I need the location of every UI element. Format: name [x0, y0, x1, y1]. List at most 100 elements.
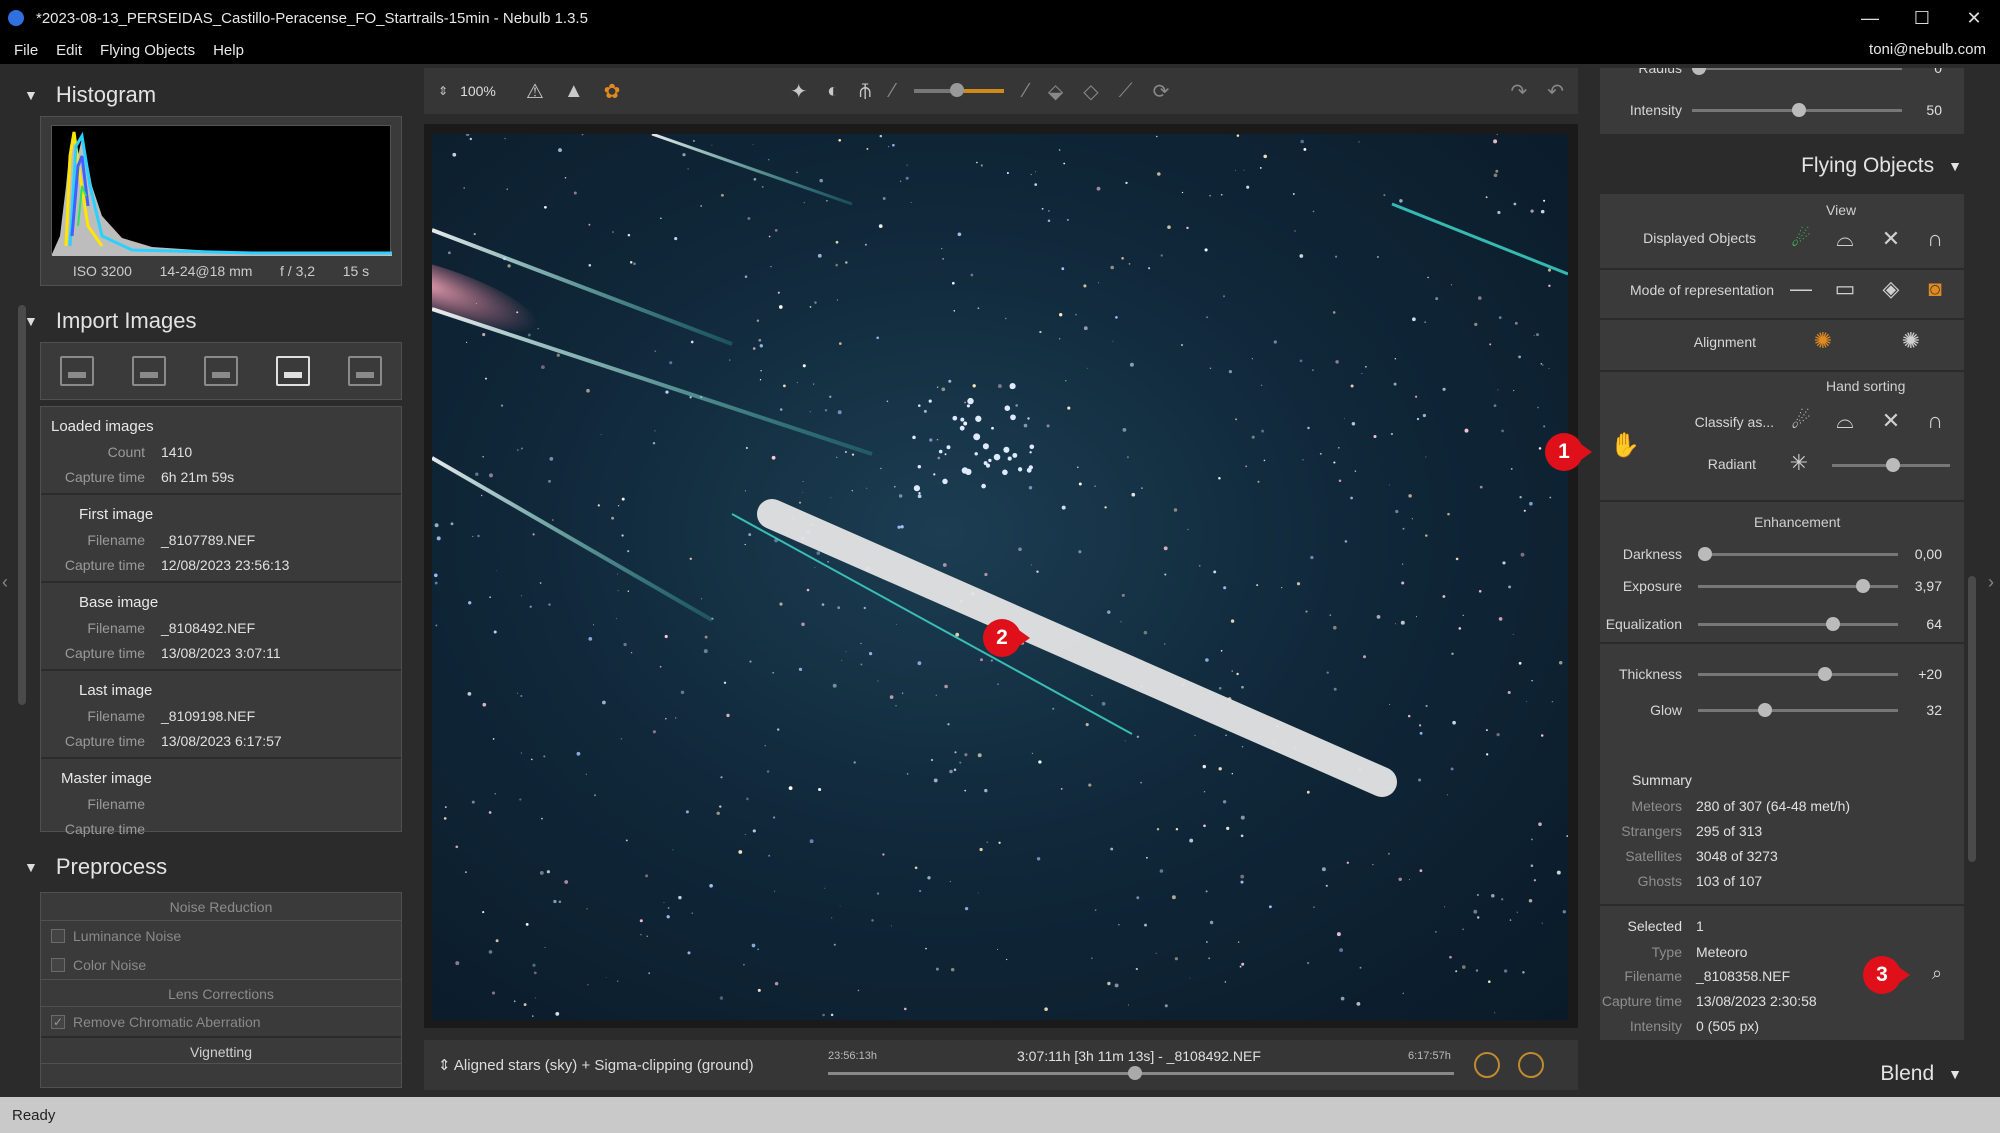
zoom-to-selection-icon[interactable]: ⌕ — [1922, 958, 1952, 988]
slider-knob[interactable] — [1792, 102, 1806, 117]
warning-outline-icon[interactable]: ⚠ — [526, 79, 544, 104]
photo-mode-icon[interactable]: ◙ — [1920, 274, 1950, 304]
menu-edit[interactable]: Edit — [56, 42, 82, 59]
slider-knob[interactable] — [1692, 68, 1706, 75]
thickness-slider[interactable] — [1698, 666, 1898, 681]
menu-file[interactable]: File — [14, 42, 38, 59]
star — [953, 310, 956, 312]
alignment-sky-icon[interactable]: ✺ — [1808, 326, 1838, 356]
crosshair-mode-icon[interactable]: ◈ — [1876, 274, 1906, 304]
right-scrollbar[interactable] — [1968, 576, 1976, 862]
zoom-level[interactable]: 100% — [460, 83, 496, 99]
maximize-button[interactable]: ☐ — [1896, 0, 1948, 36]
bucket-icon[interactable]: ⬙ — [1048, 79, 1063, 104]
radiant-slider[interactable] — [1832, 458, 1950, 472]
alignment-ground-icon[interactable]: ✺ — [1896, 326, 1926, 356]
chromatic-aberration-checkbox[interactable]: ✓ Remove Chromatic Aberration — [41, 1007, 401, 1036]
preprocess-header[interactable]: ▼ Preprocess — [24, 850, 167, 884]
cluster-star — [928, 399, 932, 403]
refresh-icon[interactable]: ⟳ — [1153, 79, 1170, 104]
brush-icon[interactable]: ⁄ — [1024, 80, 1027, 103]
magic-wand-icon[interactable]: ⁄ — [891, 80, 894, 103]
slider-knob[interactable] — [950, 83, 965, 97]
import-files-icon[interactable] — [204, 356, 238, 386]
slider-knob[interactable] — [1818, 666, 1832, 681]
slider-knob[interactable] — [1856, 578, 1870, 593]
import-clipboard-icon[interactable] — [348, 356, 382, 386]
star — [1259, 166, 1262, 169]
startrails-image[interactable] — [432, 134, 1568, 1020]
meteor-filter-icon[interactable]: ☄ — [1786, 224, 1816, 254]
stars-icon[interactable]: ✦ — [790, 79, 807, 104]
intensity-slider[interactable] — [1692, 102, 1902, 117]
band-mode-icon[interactable]: ▭ — [1830, 274, 1860, 304]
star — [587, 984, 589, 986]
clock-back-icon[interactable] — [1518, 1052, 1544, 1078]
zoom-stepper-icon[interactable]: ⇕ — [438, 84, 448, 98]
color-noise-checkbox[interactable]: Color Noise — [41, 950, 401, 979]
equalization-slider[interactable] — [1698, 616, 1898, 631]
vignetting-title[interactable]: Vignetting — [41, 1036, 401, 1064]
import-folder-icon[interactable] — [132, 356, 166, 386]
warning-filled-icon[interactable]: ▲ — [564, 80, 584, 103]
slider-knob[interactable] — [1826, 616, 1840, 631]
star — [1294, 230, 1296, 232]
planet-icon[interactable]: ◐ — [827, 80, 839, 103]
star — [1321, 867, 1326, 872]
redo-icon[interactable]: ↷ — [1510, 79, 1527, 104]
blend-header[interactable]: Blend ▼ — [1590, 1062, 1962, 1086]
star — [473, 233, 476, 236]
color-palette-icon[interactable]: ✿ — [604, 79, 621, 104]
star — [836, 456, 838, 458]
glow-slider[interactable] — [1698, 702, 1898, 717]
slider-knob[interactable] — [1698, 546, 1712, 561]
import-photos-icon[interactable] — [60, 356, 94, 386]
hand-sorting-icon[interactable]: ✋ — [1610, 430, 1640, 460]
right-panel-collapse-icon[interactable]: › — [1988, 572, 1994, 593]
luminance-noise-checkbox[interactable]: Luminance Noise — [41, 921, 401, 950]
radiant-icon[interactable]: ✳ — [1784, 448, 1814, 478]
radius-label: Radius — [1638, 68, 1682, 76]
left-panel-collapse-icon[interactable]: ‹ — [2, 572, 8, 593]
undo-icon[interactable]: ↶ — [1547, 79, 1564, 104]
left-scrollbar[interactable] — [18, 305, 26, 705]
timeline-slider[interactable] — [828, 1066, 1454, 1080]
timeline-knob[interactable] — [1127, 1066, 1142, 1080]
brush-size-slider[interactable] — [914, 83, 1005, 97]
classify-ufo-icon[interactable]: ⌓ — [1830, 406, 1860, 436]
cluster-star — [1028, 465, 1033, 470]
line-mode-icon[interactable]: — — [1786, 274, 1816, 304]
stacking-mode-select[interactable]: ⇕ Aligned stars (sky) + Sigma-clipping (… — [438, 1056, 754, 1074]
eraser-icon[interactable]: ◇ — [1083, 79, 1098, 104]
slider-knob[interactable] — [1758, 702, 1772, 717]
clock-forward-icon[interactable] — [1474, 1052, 1500, 1078]
selected-meteor-highlight[interactable] — [757, 499, 1397, 797]
star — [1337, 446, 1340, 449]
image-view-icon[interactable] — [276, 356, 310, 386]
darkness-slider[interactable] — [1698, 546, 1898, 561]
histogram-header[interactable]: ▼ Histogram — [24, 78, 156, 112]
satellite-filter-icon[interactable]: ✕ — [1876, 224, 1906, 254]
ufo-filter-icon[interactable]: ⌓ — [1830, 224, 1860, 254]
tower-icon[interactable]: ⫚ — [859, 80, 871, 103]
import-images-header[interactable]: ▼ Import Images — [24, 304, 196, 338]
star — [1175, 827, 1179, 831]
histogram-aperture: f / 3,2 — [280, 263, 316, 279]
flying-objects-header[interactable]: Flying Objects ▼ — [1590, 154, 1962, 178]
star — [1476, 893, 1479, 897]
classify-meteor-icon[interactable]: ☄ — [1786, 406, 1816, 436]
classify-ghost-icon[interactable]: ∩ — [1920, 406, 1950, 436]
minimize-button[interactable]: — — [1844, 0, 1896, 36]
star — [539, 870, 544, 875]
close-button[interactable]: ✕ — [1948, 0, 2000, 36]
broom-icon[interactable]: ⟋ — [1119, 80, 1133, 103]
menu-help[interactable]: Help — [213, 42, 244, 59]
exposure-slider[interactable] — [1698, 578, 1898, 593]
image-viewport[interactable] — [424, 124, 1578, 1028]
classify-satellite-icon[interactable]: ✕ — [1876, 406, 1906, 436]
ghost-filter-icon[interactable]: ∩ — [1920, 224, 1950, 254]
menu-flying-objects[interactable]: Flying Objects — [100, 42, 195, 59]
slider-knob[interactable] — [1886, 458, 1900, 472]
radius-slider[interactable] — [1692, 68, 1902, 75]
user-account[interactable]: toni@nebulb.com — [1869, 41, 1986, 58]
